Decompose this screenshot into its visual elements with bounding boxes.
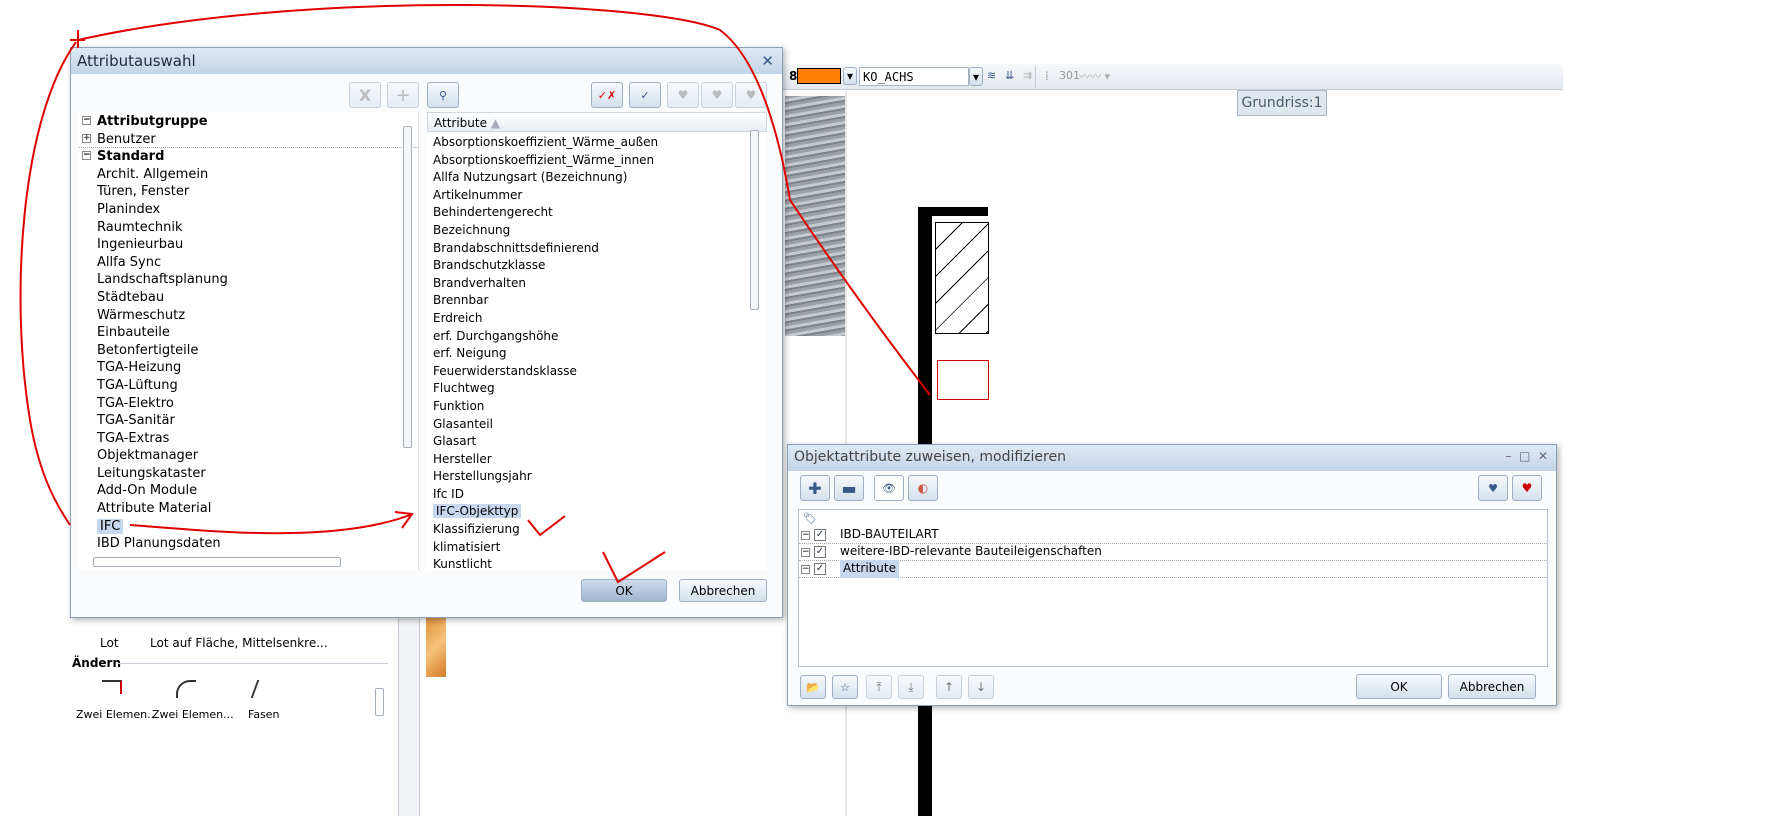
annotation-arc-top bbox=[77, 4, 931, 396]
annotation-arrow-ifc bbox=[129, 511, 414, 535]
annotation-check-ok bbox=[602, 551, 666, 584]
annotation-check-ifc bbox=[527, 515, 566, 537]
annotation-overlay bbox=[19, 4, 931, 584]
annotation-start-hook bbox=[70, 30, 85, 48]
annotation-arc-left bbox=[19, 41, 77, 526]
